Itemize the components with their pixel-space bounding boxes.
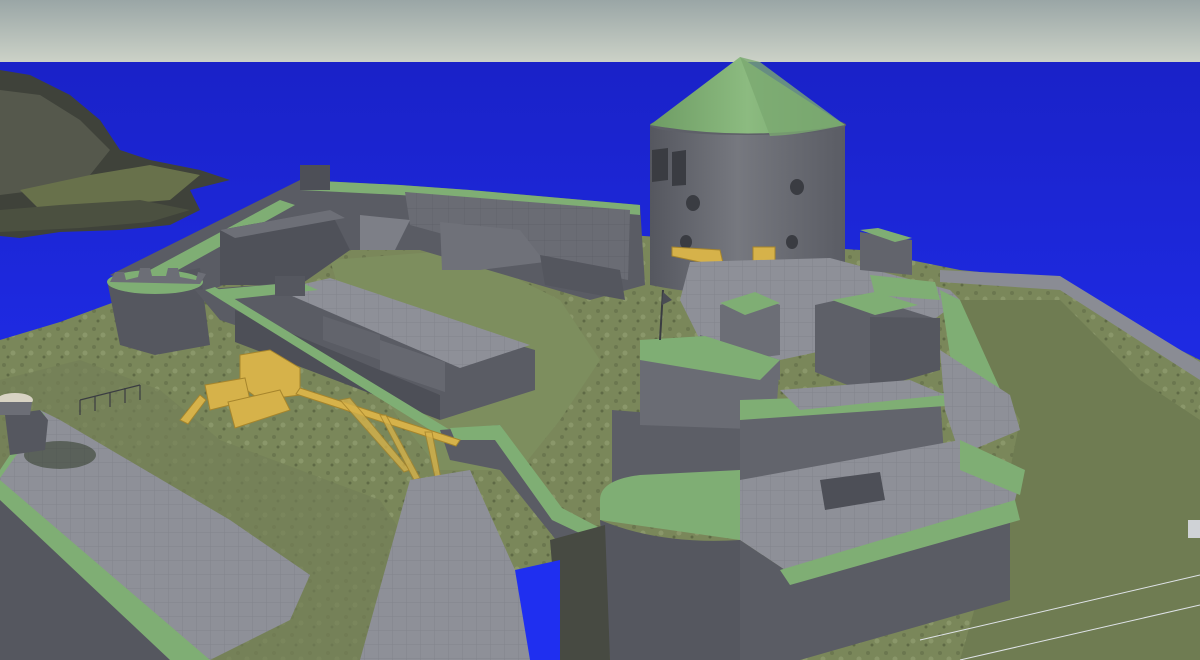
scene-render (0, 0, 1200, 660)
sky (0, 0, 1200, 64)
game-viewport[interactable] (0, 0, 1200, 660)
left-round-bastion (107, 268, 210, 355)
edge-marker (1188, 520, 1200, 538)
